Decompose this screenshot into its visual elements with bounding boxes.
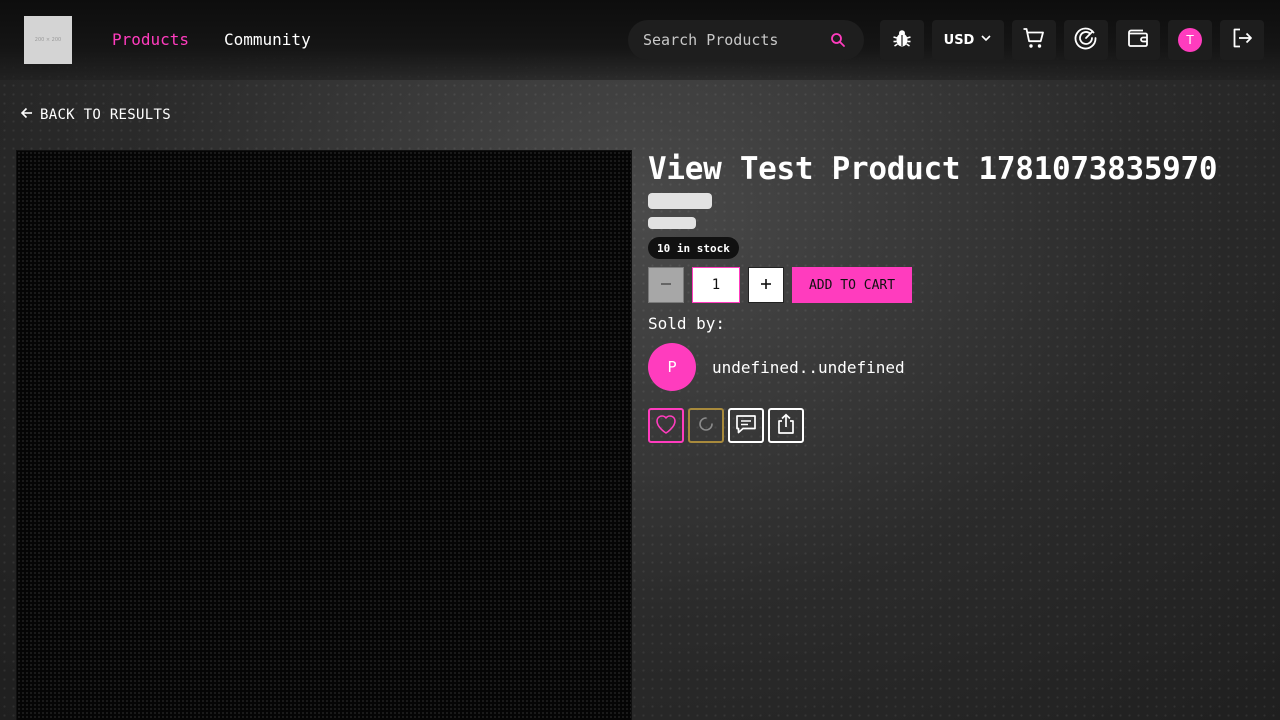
currency-select[interactable]: USD — [932, 20, 1004, 60]
currency-value: USD — [943, 32, 975, 48]
chevron-down-icon — [980, 32, 992, 48]
minus-icon — [659, 276, 673, 295]
price-loading-skeleton — [648, 193, 712, 209]
quantity-increase-button[interactable] — [748, 267, 784, 303]
spinner-icon — [698, 416, 714, 436]
site-logo[interactable]: 200 × 200 — [24, 16, 72, 64]
arrow-left-icon — [20, 106, 34, 124]
product-title: View Test Product 1781073835970 — [648, 151, 1218, 187]
search-icon[interactable] — [830, 32, 846, 48]
wallet-button[interactable] — [1116, 20, 1160, 60]
seller-avatar[interactable]: P — [648, 343, 696, 391]
back-to-results-label: BACK TO RESULTS — [40, 107, 171, 123]
logout-button[interactable] — [1220, 20, 1264, 60]
cart-button[interactable] — [1012, 20, 1056, 60]
plus-icon — [759, 276, 773, 295]
user-avatar: T — [1178, 28, 1202, 52]
top-header: 200 × 200 Products Community USD — [0, 0, 1280, 80]
nav-community-link[interactable]: Community — [224, 30, 311, 50]
bug-report-button[interactable] — [880, 20, 924, 60]
nav-products-link[interactable]: Products — [112, 30, 189, 50]
heart-icon — [654, 413, 678, 439]
logout-icon — [1230, 26, 1254, 54]
chat-bubble-icon — [734, 413, 758, 439]
stock-badge: 10 in stock — [648, 237, 739, 259]
add-to-cart-button[interactable]: ADD TO CART — [792, 267, 912, 303]
quantity-input[interactable] — [692, 267, 740, 303]
bug-icon — [892, 28, 912, 52]
sold-by-label: Sold by: — [648, 314, 726, 333]
share-button[interactable] — [768, 408, 804, 443]
dashboard-gauge-icon — [1074, 26, 1098, 54]
user-account-button[interactable]: T — [1168, 20, 1212, 60]
wallet-icon — [1126, 26, 1150, 54]
subprice-loading-skeleton — [648, 217, 696, 229]
seller-name-link[interactable]: undefined..undefined — [712, 358, 905, 378]
share-icon — [776, 413, 796, 439]
search-box — [628, 20, 864, 60]
message-seller-button[interactable] — [728, 408, 764, 443]
logo-placeholder-text: 200 × 200 — [34, 37, 62, 43]
cart-icon — [1022, 26, 1046, 54]
search-input[interactable] — [643, 31, 823, 49]
product-image — [16, 150, 632, 720]
dashboard-button[interactable] — [1064, 20, 1108, 60]
back-to-results-link[interactable]: BACK TO RESULTS — [20, 106, 171, 124]
loading-action-button[interactable] — [688, 408, 724, 443]
favorite-button[interactable] — [648, 408, 684, 443]
quantity-decrease-button[interactable] — [648, 267, 684, 303]
